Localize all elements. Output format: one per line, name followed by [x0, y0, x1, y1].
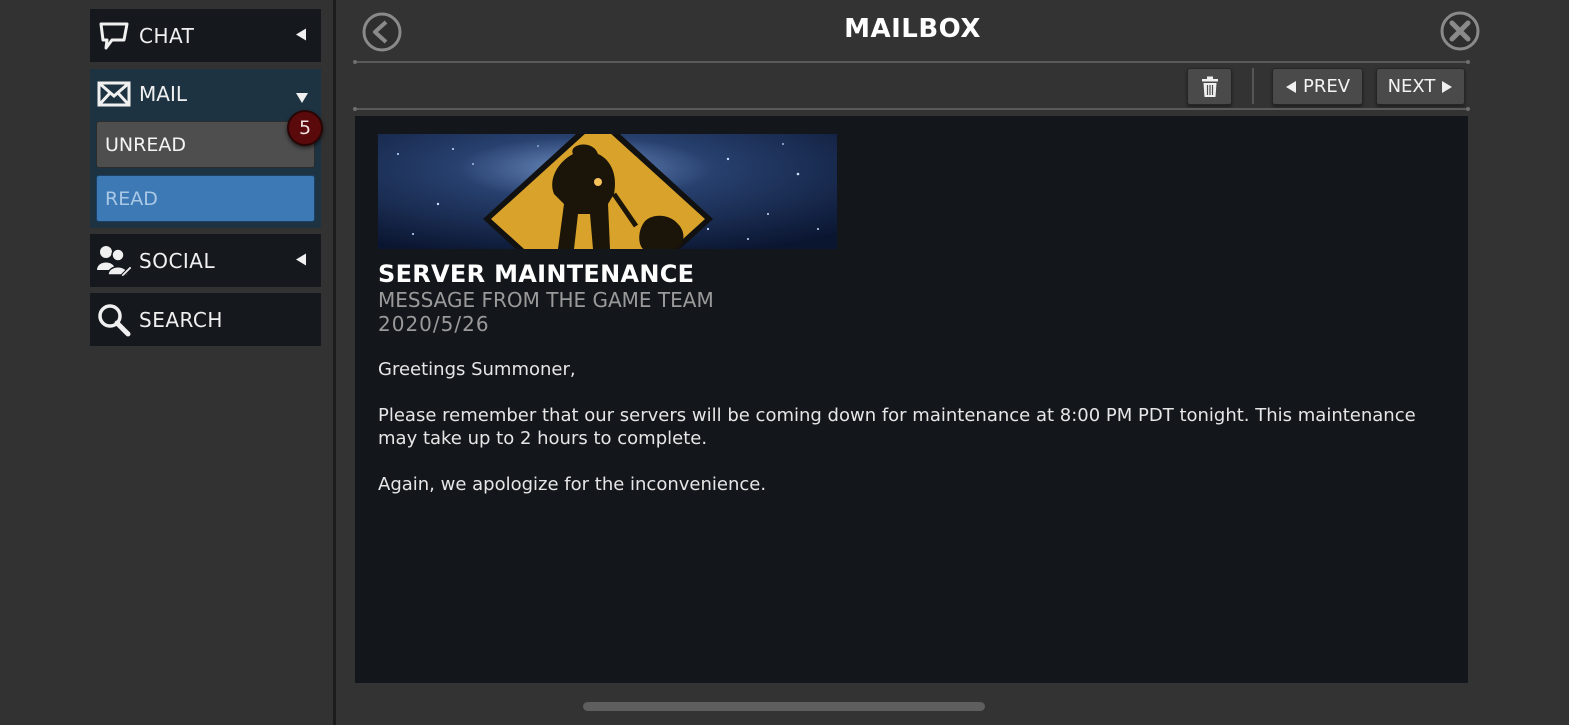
back-button[interactable]	[362, 12, 402, 52]
page-title: MAILBOX	[844, 14, 981, 44]
search-icon	[96, 302, 132, 338]
nav-search-label: SEARCH	[139, 307, 223, 332]
mail-group: MAIL UNREAD READ	[90, 69, 321, 228]
back-arrow-icon	[362, 12, 402, 52]
header-divider	[353, 60, 1470, 64]
nav-search[interactable]: SEARCH	[90, 293, 321, 346]
toolbar-separator	[1252, 68, 1254, 104]
message-sender: MESSAGE FROM THE GAME TEAM	[378, 288, 714, 312]
nav-mail-label: MAIL	[139, 82, 187, 106]
close-icon	[1440, 11, 1480, 51]
horizontal-scrollbar[interactable]	[583, 702, 985, 711]
nav-social[interactable]: SOCIAL	[90, 234, 321, 287]
envelope-icon	[96, 76, 132, 112]
unread-tab-label: UNREAD	[105, 133, 186, 156]
message-closing: Again, we apologize for the inconvenienc…	[378, 474, 767, 495]
next-label: NEXT	[1387, 76, 1436, 97]
read-tab[interactable]: READ	[96, 175, 315, 222]
prev-button[interactable]: PREV	[1272, 68, 1363, 105]
social-people-icon	[96, 243, 132, 279]
message-banner-image	[378, 134, 837, 249]
nav-chat-label: CHAT	[139, 23, 195, 48]
read-tab-label: READ	[105, 187, 158, 210]
message-panel: SERVER MAINTENANCE MESSAGE FROM THE GAME…	[355, 116, 1468, 683]
message-greeting: Greetings Summoner,	[378, 359, 576, 380]
expand-arrow-icon	[295, 89, 309, 108]
message-body: Greetings Summoner, Please remember that…	[378, 358, 1418, 519]
message-date: 2020/5/26	[378, 312, 490, 336]
trash-icon	[1201, 76, 1218, 97]
message-title: SERVER MAINTENANCE	[378, 260, 695, 288]
collapse-arrow-icon	[295, 26, 307, 45]
nav-mail[interactable]: MAIL	[90, 69, 321, 119]
next-button[interactable]: NEXT	[1376, 68, 1465, 105]
collapse-arrow-icon	[295, 251, 307, 270]
left-arrow-icon	[1285, 80, 1296, 93]
right-arrow-icon	[1442, 80, 1453, 93]
delete-button[interactable]	[1187, 68, 1232, 105]
unread-tab[interactable]: UNREAD	[96, 121, 315, 168]
pane-divider	[333, 0, 336, 725]
nav-social-label: SOCIAL	[139, 248, 216, 273]
message-paragraph: Please remember that our servers will be…	[378, 405, 1416, 449]
prev-label: PREV	[1302, 76, 1351, 97]
unread-count-badge: 5	[287, 110, 323, 146]
nav-chat[interactable]: CHAT	[90, 9, 321, 62]
chat-bubble-icon	[96, 18, 132, 54]
close-button[interactable]	[1440, 11, 1480, 51]
toolbar-divider	[353, 107, 1470, 111]
